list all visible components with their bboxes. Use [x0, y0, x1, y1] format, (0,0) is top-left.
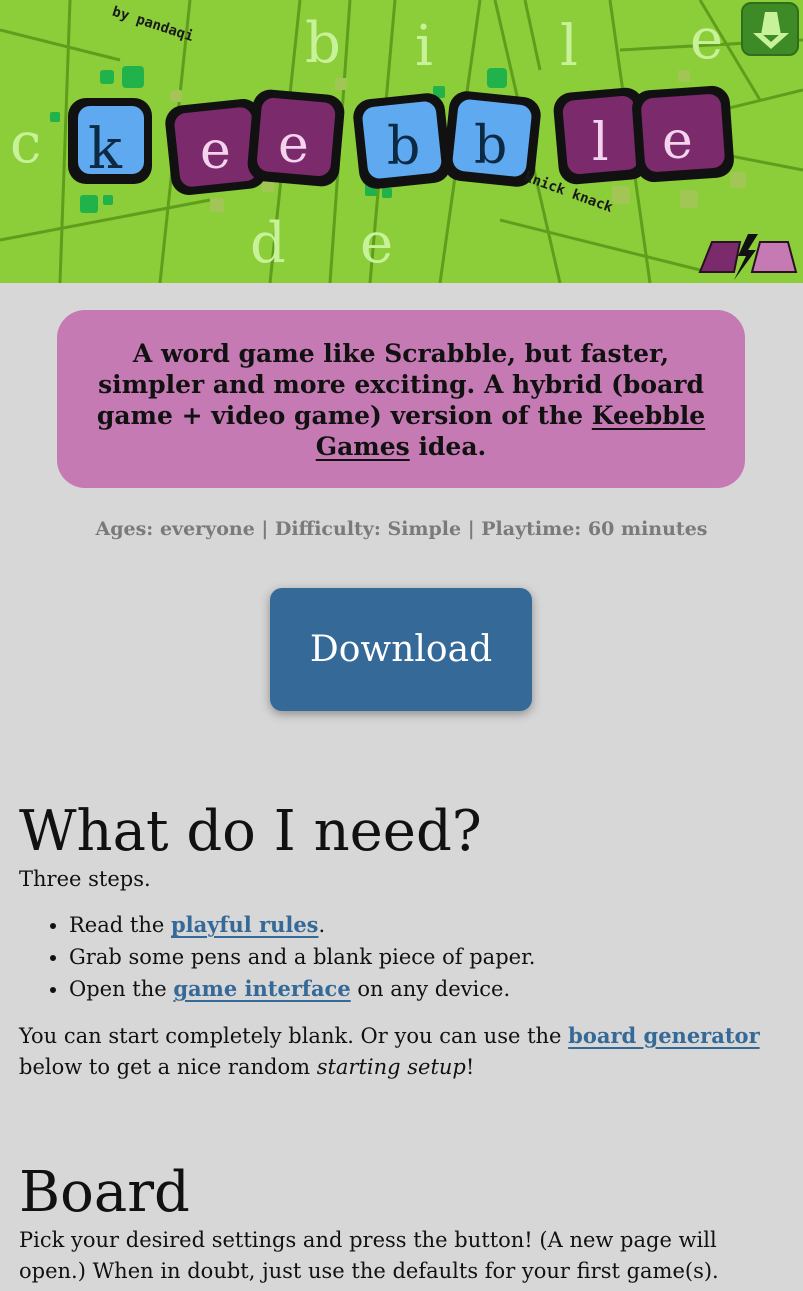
- section-subtitle: Three steps.: [19, 867, 151, 891]
- logo-tile-b1: b: [353, 93, 451, 189]
- playful-rules-link[interactable]: playful rules: [171, 912, 319, 937]
- bg-letter-c: c: [10, 111, 41, 176]
- steps-list: Read the playful rules. Grab some pens a…: [19, 909, 779, 1006]
- list-item: Grab some pens and a blank piece of pape…: [69, 942, 779, 974]
- svg-text:e: e: [662, 111, 693, 171]
- list-item: Read the playful rules.: [69, 909, 779, 942]
- game-interface-link[interactable]: game interface: [173, 976, 350, 1001]
- main-content: What do I need? Three steps. Read the pl…: [19, 800, 779, 1287]
- pandaqi-logo-icon: [698, 234, 798, 280]
- game-meta: Ages: everyone | Difficulty: Simple | Pl…: [95, 518, 708, 540]
- svg-text:e: e: [200, 121, 231, 181]
- logo-tile-k: k: [68, 98, 152, 184]
- bg-letter-e2: e: [360, 211, 393, 276]
- svg-text:b: b: [387, 117, 420, 177]
- section-title-board: Board: [19, 1159, 190, 1225]
- bg-letter-e: e: [690, 7, 723, 72]
- list-item: Open the game interface on any device.: [69, 973, 779, 1006]
- svg-text:l: l: [592, 113, 609, 173]
- generator-paragraph: You can start completely blank. Or you c…: [19, 1022, 760, 1079]
- banner-art: c b i l e d e k e e b b l e by pandaqi k…: [0, 0, 803, 283]
- bg-letter-i: i: [415, 14, 433, 79]
- svg-text:k: k: [88, 117, 123, 182]
- bg-letter-l: l: [560, 14, 578, 79]
- home-button[interactable]: [741, 2, 799, 56]
- logo-tile-e3: e: [632, 85, 734, 183]
- svg-text:e: e: [278, 115, 309, 175]
- logo-tile-e2: e: [247, 89, 345, 187]
- intro-box: A word game like Scrabble, but faster, s…: [57, 310, 745, 488]
- intro-text-end: idea.: [409, 432, 487, 461]
- header-banner: c b i l e d e k e e b b l e by pandaqi k…: [0, 0, 803, 283]
- svg-text:b: b: [474, 116, 507, 176]
- board-paragraph: Pick your desired settings and press the…: [19, 1227, 719, 1283]
- board-generator-link[interactable]: board generator: [568, 1023, 759, 1048]
- bg-letter-b: b: [305, 11, 341, 76]
- section-title-need: What do I need?: [19, 799, 482, 864]
- bg-letter-d: d: [250, 211, 286, 276]
- home-cone-icon: [753, 12, 789, 49]
- download-button[interactable]: Download: [270, 588, 532, 711]
- byline-text: by pandaqi: [110, 4, 195, 45]
